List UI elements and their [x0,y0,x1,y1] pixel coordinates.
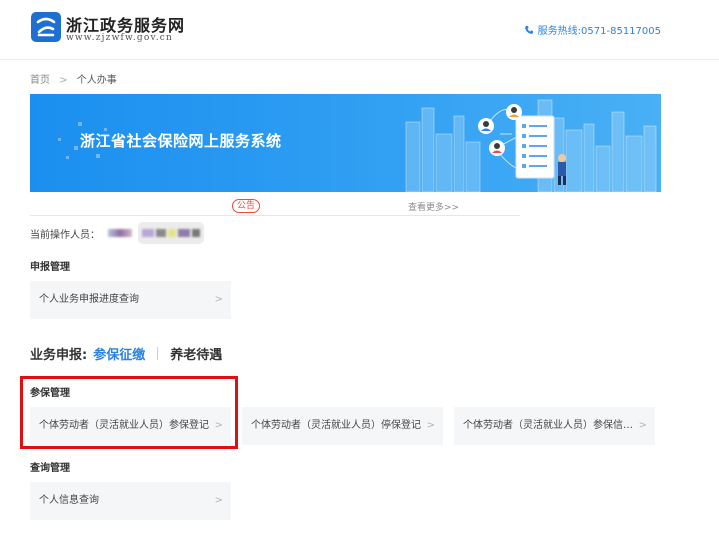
chevron-right-icon: > [638,420,647,431]
business-tabs: 业务申报: 参保征缴 养老待遇 [30,343,222,363]
chevron-right-icon: > [214,294,223,305]
query-section-title: 查询管理 [30,463,70,474]
chevron-right-icon: > [214,495,223,506]
card-label: 个人信息查询 [39,495,99,506]
operator-id-redacted [138,222,204,244]
notice-more-link[interactable]: 查看更多>> [408,200,459,213]
card-insured-info-change[interactable]: 个体劳动者（灵活就业人员）参保信息变... > [454,407,655,445]
declare-section-title: 申报管理 [30,262,70,273]
operator-label: 当前操作人员： [30,230,100,241]
card-personal-info-query[interactable]: 个人信息查询 > [30,482,231,520]
tab-pension-benefits[interactable]: 养老待遇 [170,344,222,363]
card-insurance-stop[interactable]: 个体劳动者（灵活就业人员）停保登记 > [242,407,443,445]
site-url: www.zjzwfw.gov.cn [66,33,174,43]
card-label: 个人业务申报进度查询 [39,294,139,305]
service-hotline: 服务热线:0571-85117005 [524,22,661,37]
card-label: 个体劳动者（灵活就业人员）参保信息变... [463,420,638,431]
notice-bar: 公告 查看更多>> [30,198,520,216]
phone-icon [524,25,533,34]
breadcrumb-separator: > [59,75,68,86]
site-logo-icon[interactable] [31,12,61,42]
card-progress-query[interactable]: 个人业务申报进度查询 > [30,281,231,319]
notice-badge[interactable]: 公告 [232,199,261,213]
highlight-box [20,376,238,449]
tab-insurance-collection[interactable]: 参保征缴 [93,344,145,363]
city-skyline-illustration [405,99,657,192]
tab-divider [157,346,159,360]
site-header: 浙江政务服务网 www.zjzwfw.gov.cn 服务热线:0571-8511… [0,0,719,60]
chevron-right-icon: > [426,420,435,431]
operator-name-redacted [108,229,132,237]
business-label: 业务申报: [30,347,88,363]
banner: 浙江省社会保险网上服务系统 [30,94,661,192]
hotline-text: 服务热线:0571-85117005 [537,26,661,37]
breadcrumb-current: 个人办事 [76,75,117,86]
breadcrumb: 首页 > 个人办事 [30,71,117,86]
card-label: 个体劳动者（灵活就业人员）停保登记 [251,420,421,431]
breadcrumb-home[interactable]: 首页 [30,75,50,86]
